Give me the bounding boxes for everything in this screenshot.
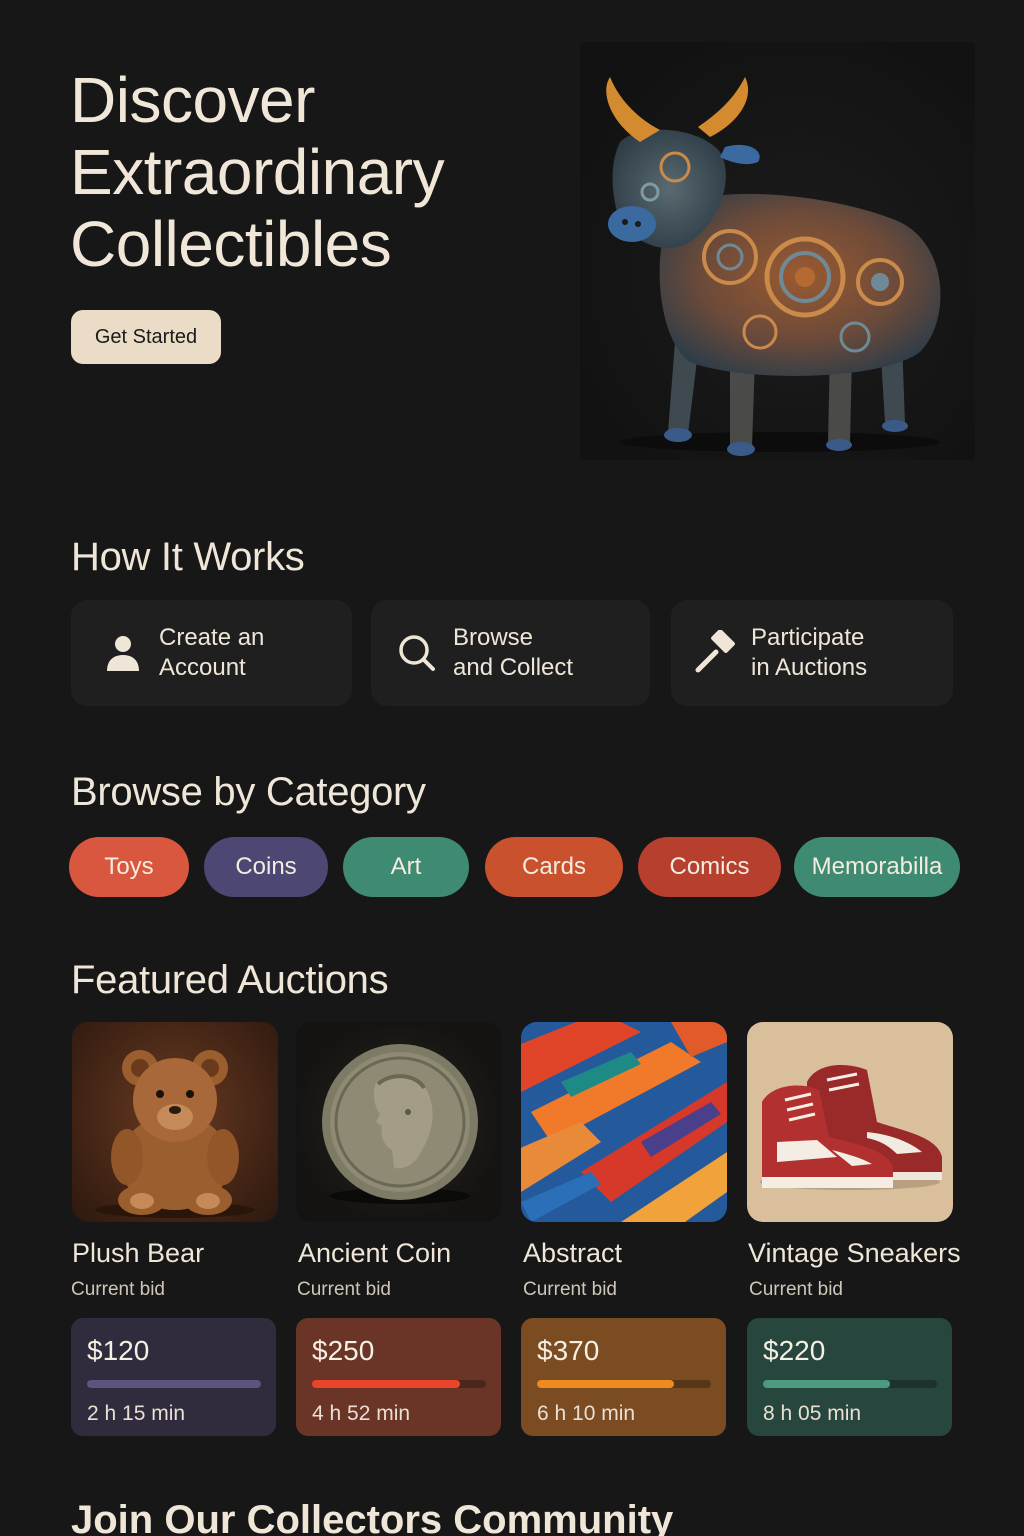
time-remaining: 2 h 15 min: [87, 1402, 186, 1425]
step-label-line: Participate: [751, 624, 865, 651]
category-chip-art[interactable]: Art: [343, 837, 469, 897]
hero-title-line: Discover: [70, 64, 315, 136]
hero-title-line: Extraordinary: [70, 136, 445, 208]
auction-name[interactable]: Abstract: [523, 1238, 622, 1269]
user-icon: [93, 633, 153, 673]
categories-title: Browse by Category: [71, 770, 426, 814]
step-label-line: in Auctions: [751, 654, 868, 681]
get-started-button[interactable]: Get Started: [71, 310, 221, 364]
step-browse-collect[interactable]: Browse and Collect: [371, 600, 650, 706]
bid-price: $250: [312, 1335, 375, 1366]
community-title: Join Our Collectors Community: [71, 1498, 674, 1536]
auction-name[interactable]: Vintage Sneakers: [748, 1238, 961, 1269]
how-it-works-title: How It Works: [71, 535, 305, 579]
time-progress-fill: [312, 1380, 460, 1388]
auction-name[interactable]: Plush Bear: [72, 1238, 204, 1269]
category-chip-memorabilla[interactable]: Memorabilla: [794, 837, 960, 897]
time-progress-fill: [537, 1380, 675, 1388]
bull-figurine-icon: [606, 77, 941, 456]
current-bid-label: Current bid: [523, 1279, 617, 1300]
time-remaining: 6 h 10 min: [537, 1402, 636, 1425]
category-chip-comics[interactable]: Comics: [638, 837, 781, 897]
step-label-line: and Collect: [453, 654, 574, 681]
bid-box[interactable]: $120 2 h 15 min: [71, 1318, 276, 1436]
step-label-line: Browse: [453, 624, 534, 651]
bid-box[interactable]: $370 6 h 10 min: [521, 1318, 726, 1436]
bid-box[interactable]: $220 8 h 05 min: [747, 1318, 952, 1436]
time-progress-track: [312, 1380, 486, 1388]
category-chip-cards[interactable]: Cards: [485, 837, 623, 897]
search-icon: [387, 633, 447, 673]
time-progress-fill: [763, 1380, 891, 1388]
step-label: Browse and Collect: [453, 623, 573, 683]
featured-title: Featured Auctions: [71, 958, 389, 1002]
time-remaining: 4 h 52 min: [312, 1402, 411, 1425]
hero-title: Discover Extraordinary Collectibles: [70, 64, 540, 280]
hero-title-line: Collectibles: [70, 208, 392, 280]
step-label-line: Create an: [159, 624, 265, 651]
teddy-bear-icon: [95, 1050, 255, 1218]
bid-price: $120: [87, 1335, 150, 1366]
abstract-painting-icon: [521, 1022, 727, 1222]
category-chip-coins[interactable]: Coins: [204, 837, 328, 897]
time-progress-fill: [87, 1380, 261, 1388]
time-progress-track: [763, 1380, 937, 1388]
time-remaining: 8 h 05 min: [763, 1402, 862, 1425]
abstract-painting-image[interactable]: [521, 1022, 727, 1222]
category-chip-toys[interactable]: Toys: [69, 837, 189, 897]
step-participate-auctions[interactable]: Participate in Auctions: [671, 600, 953, 706]
step-create-account[interactable]: Create an Account: [71, 600, 352, 706]
bid-box[interactable]: $250 4 h 52 min: [296, 1318, 501, 1436]
bid-price: $370: [537, 1335, 600, 1366]
ancient-coin-icon: [322, 1044, 478, 1204]
current-bid-label: Current bid: [71, 1279, 165, 1300]
current-bid-label: Current bid: [749, 1279, 843, 1300]
gavel-icon: [685, 630, 745, 676]
red-sneakers-image[interactable]: [747, 1022, 953, 1222]
step-label: Participate in Auctions: [751, 623, 867, 683]
time-progress-track: [537, 1380, 711, 1388]
auction-name[interactable]: Ancient Coin: [298, 1238, 451, 1269]
step-label: Create an Account: [159, 623, 264, 683]
teddy-bear-image[interactable]: [72, 1022, 278, 1222]
ancient-coin-image[interactable]: [296, 1022, 502, 1222]
bid-price: $220: [763, 1335, 826, 1366]
current-bid-label: Current bid: [297, 1279, 391, 1300]
step-label-line: Account: [159, 654, 246, 681]
time-progress-track: [87, 1380, 261, 1388]
red-sneakers-icon: [760, 1065, 942, 1190]
hero-image: [580, 42, 975, 460]
